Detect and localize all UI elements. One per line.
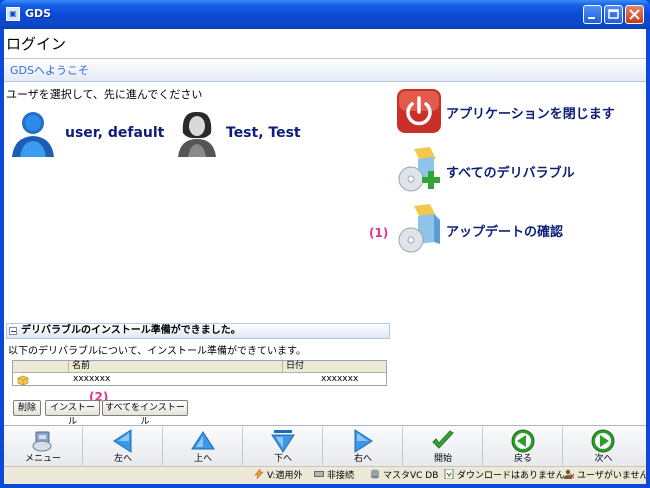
female-user-icon [178, 111, 216, 157]
download-icon [444, 469, 454, 479]
toolbar-label: 戻る [513, 454, 532, 464]
install-button[interactable]: インストール [45, 400, 100, 427]
status-database-text: マスタVC DB [383, 471, 439, 481]
toolbar-label: 上へ [193, 454, 212, 464]
power-icon [397, 89, 441, 133]
left-button[interactable]: 左へ [84, 427, 163, 465]
deliverable-update-icon [398, 204, 440, 253]
user-name: user, default [65, 125, 165, 141]
start-button[interactable]: 開始 [404, 427, 483, 465]
minimize-button[interactable] [583, 5, 602, 24]
status-database: マスタVC DB [370, 467, 438, 484]
arrow-right-icon [354, 429, 373, 453]
maximize-icon [608, 9, 619, 19]
toolbar-label: 右へ [353, 454, 372, 464]
next-button[interactable]: 次へ [564, 427, 643, 465]
check-updates-button[interactable]: アップデートの確認 [394, 202, 644, 253]
status-user: ユーザがいません [564, 467, 646, 484]
status-voltage: V:適用外 [254, 467, 302, 484]
down-button[interactable]: 下へ [244, 427, 323, 465]
welcome-banner: GDSへようこそ [4, 60, 646, 82]
delete-button[interactable]: 削除 [13, 400, 41, 416]
lightning-icon [254, 469, 264, 479]
right-button[interactable]: 右へ [324, 427, 403, 465]
toolbar-label: 左へ [113, 454, 132, 464]
install-panel-title: デリバラブルのインストール準備ができました。 [21, 325, 241, 336]
toolbar-label: 開始 [433, 454, 452, 464]
status-download: ダウンロードはありません。 [444, 467, 574, 484]
instruction-text: ユーザを選択して、先に進んでください [6, 88, 203, 101]
toolbar-label: 次へ [594, 454, 613, 464]
back-button[interactable]: 戻る [484, 427, 563, 465]
table-cell-date: xxxxxxx [321, 374, 359, 384]
menu-icon [32, 431, 52, 452]
install-panel: − デリバラブルのインストール準備ができました。 以下のデリバラブルについて、イ… [6, 323, 390, 391]
deliverable-add-icon [398, 147, 440, 192]
gds-app-icon: ▣ [6, 7, 20, 21]
status-user-text: ユーザがいません [577, 471, 646, 481]
app-window: ▣ GDS ログイン GDSへようこそ ユーザを選択して、先に進んでください u… [0, 0, 650, 488]
male-user-icon [12, 112, 54, 157]
maximize-button[interactable] [604, 5, 623, 24]
no-user-icon [564, 469, 574, 479]
table-header: 名前 日付 [13, 361, 386, 373]
status-connection-text: 非接続 [327, 471, 355, 481]
column-header-date[interactable]: 日付 [283, 361, 386, 372]
back-icon [511, 429, 535, 453]
user-name: Test, Test [226, 125, 301, 141]
up-button[interactable]: 上へ [164, 427, 243, 465]
status-voltage-text: V:適用外 [267, 471, 303, 481]
database-icon [371, 469, 379, 479]
toolbar-label: 下へ [273, 454, 292, 464]
next-icon [591, 429, 615, 453]
table-row[interactable]: xxxxxxx xxxxxxx [13, 373, 386, 386]
table-header-icon-col [13, 361, 69, 372]
all-deliverables-button[interactable]: すべてのデリバラブル [394, 145, 644, 195]
page-title: ログイン [4, 29, 646, 59]
package-icon [17, 375, 29, 386]
arrow-left-icon [113, 429, 132, 453]
status-bar: V:適用外 非接続 マスタVC DB ダウンロードはありません。 ユーザがいませ… [4, 466, 646, 484]
arrow-down-icon [271, 430, 295, 453]
status-download-text: ダウンロードはありません。 [457, 471, 574, 481]
user-tile-test[interactable]: Test, Test [174, 109, 314, 159]
action-label: アプリケーションを閉じます [446, 107, 615, 122]
column-header-name[interactable]: 名前 [69, 361, 283, 372]
client-area: ログイン GDSへようこそ ユーザを選択して、先に進んでください user, d… [4, 29, 646, 484]
install-all-button[interactable]: すべてをインストール [102, 400, 188, 427]
close-application-button[interactable]: アプリケーションを閉じます [394, 88, 644, 138]
arrow-up-icon [191, 431, 215, 450]
checkmark-icon [432, 430, 454, 449]
close-icon [629, 9, 640, 20]
action-label: アップデートの確認 [446, 225, 564, 240]
close-button[interactable] [625, 5, 644, 24]
action-label: すべてのデリバラブル [446, 166, 575, 181]
title-bar[interactable]: ▣ GDS [0, 0, 650, 29]
window-title: GDS [25, 7, 52, 20]
user-tile-default[interactable]: user, default [10, 109, 170, 159]
install-panel-description: 以下のデリバラブルについて、インストール準備ができています。 [8, 346, 306, 357]
menu-button[interactable]: メニュー [4, 427, 83, 465]
minimize-icon [588, 17, 595, 19]
deliverables-table: 名前 日付 xxxxxxx xxxxxxx [12, 360, 387, 386]
toolbar-label: メニュー [24, 454, 61, 464]
bottom-toolbar: メニュー 左へ 上へ 下へ 右へ 開始 戻る 次へ [4, 425, 646, 466]
annotation-1: (1) [369, 226, 389, 240]
disconnected-icon [314, 471, 324, 477]
status-connection: 非接続 [314, 467, 354, 484]
install-panel-header[interactable]: − デリバラブルのインストール準備ができました。 [6, 323, 390, 339]
table-cell-name: xxxxxxx [73, 374, 111, 384]
collapse-icon[interactable]: − [9, 327, 17, 336]
